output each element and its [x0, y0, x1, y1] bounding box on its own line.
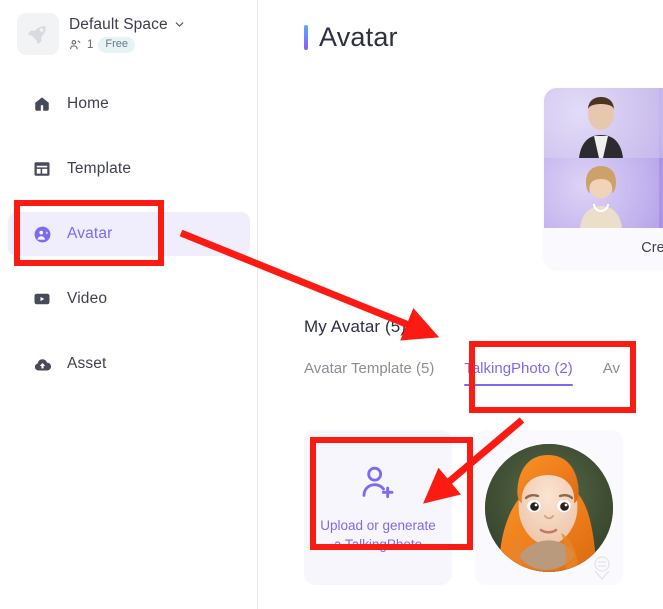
app-root: Default Space 1 Free Home Template Avata… [0, 0, 663, 609]
avatar-thumb-woman-1 [544, 158, 659, 228]
sidebar-nav: Home Template Avatar Video Asset [0, 82, 258, 386]
member-count: 1 [87, 38, 94, 51]
upload-talkingphoto-label: Upload or generate a TalkingPhoto [320, 517, 436, 552]
members-icon [70, 40, 81, 50]
photo-watermark-icon [594, 556, 610, 580]
space-switcher[interactable]: Default Space 1 Free [17, 13, 186, 55]
tab-talkingphoto[interactable]: TalkingPhoto (2) [464, 360, 574, 386]
sidebar-item-label: Avatar [67, 225, 113, 242]
sidebar-item-template[interactable]: Template [8, 147, 250, 191]
title-accent-bar [304, 25, 308, 50]
avatar-icon [32, 224, 52, 244]
avatar-thumb-man-1 [544, 88, 659, 158]
avatar-list: Upload or generate a TalkingPhoto [304, 430, 623, 585]
template-icon [32, 159, 52, 179]
create-avatar-card[interactable]: Creat [544, 88, 663, 268]
sidebar: Default Space 1 Free Home Template Avata… [0, 0, 258, 609]
sidebar-item-video[interactable]: Video [8, 277, 250, 321]
sidebar-item-asset[interactable]: Asset [8, 342, 250, 386]
upload-talkingphoto-tile[interactable]: Upload or generate a TalkingPhoto [304, 430, 452, 585]
video-icon [32, 289, 52, 309]
home-icon [32, 94, 52, 114]
avatar-thumb-woman-2 [659, 158, 663, 228]
page-header: Avatar [304, 22, 398, 53]
tab-avatar-template[interactable]: Avatar Template (5) [304, 360, 434, 386]
sidebar-item-avatar[interactable]: Avatar [8, 212, 250, 256]
space-name: Default Space [69, 15, 168, 33]
main-content: Avatar Cre My Avatar (5) Avatar Template… [259, 0, 663, 609]
tab-avatar-more[interactable]: Av [603, 360, 620, 386]
sidebar-item-label: Template [67, 160, 132, 177]
create-avatar-label: Creat [641, 240, 663, 256]
sidebar-item-label: Video [67, 290, 108, 307]
sidebar-item-home[interactable]: Home [8, 82, 250, 126]
person-add-icon [358, 462, 398, 507]
chevron-down-icon[interactable] [173, 18, 186, 31]
sidebar-item-label: Asset [67, 355, 107, 372]
sidebar-item-label: Home [67, 95, 109, 112]
avatar-tabs: Avatar Template (5) TalkingPhoto (2) Av [304, 360, 620, 386]
page-title: Avatar [319, 22, 398, 52]
asset-cloud-icon [32, 354, 52, 374]
avatar-thumb-man-2 [659, 88, 663, 158]
my-avatar-heading: My Avatar (5) [304, 317, 407, 336]
rocket-icon [17, 13, 59, 55]
talkingphoto-item[interactable]: watermark-mark [475, 430, 623, 585]
plan-badge: Free [98, 36, 136, 53]
avatar-thumbnail-grid [544, 88, 663, 228]
